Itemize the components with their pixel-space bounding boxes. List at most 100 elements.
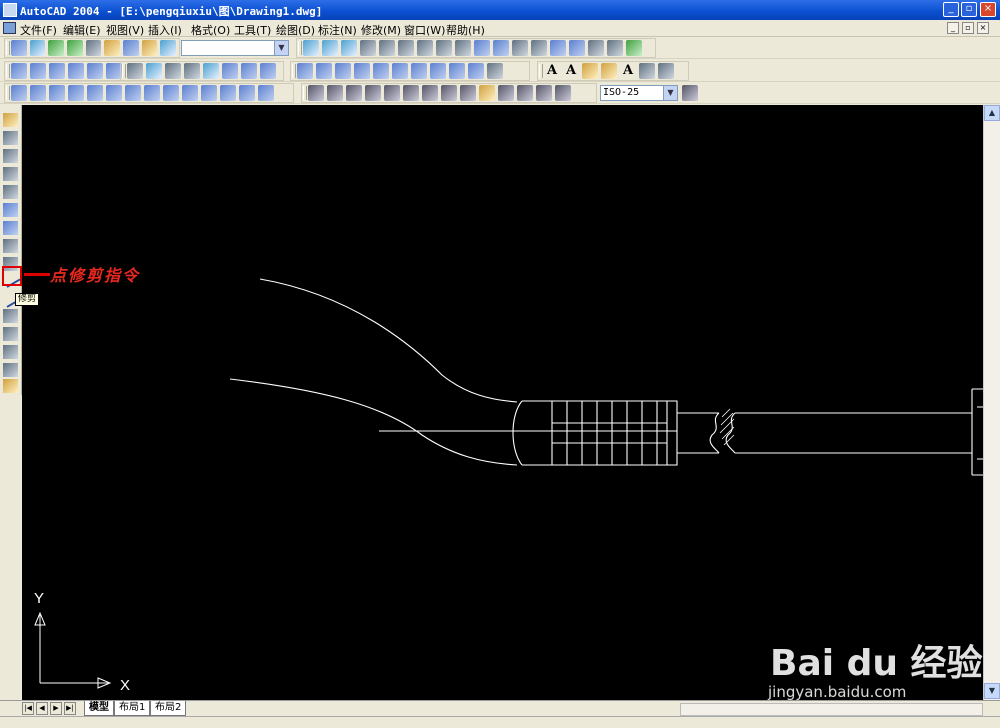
chevron-down-icon[interactable]: ▼ [663, 86, 677, 100]
zoom-previous-icon[interactable] [67, 40, 83, 56]
single-line-text-icon[interactable]: A [563, 63, 579, 79]
menu-file[interactable]: 文件(F) [20, 22, 57, 38]
copy-icon[interactable] [3, 131, 18, 145]
box-icon[interactable] [11, 63, 27, 79]
close-button[interactable]: × [980, 2, 996, 17]
ucs-previous-icon[interactable] [258, 85, 274, 101]
array-icon[interactable] [3, 185, 18, 199]
fillet-icon[interactable] [3, 363, 18, 377]
separate-icon[interactable] [588, 40, 604, 56]
menu-modify[interactable]: 修改(M) [361, 22, 401, 38]
restore-button[interactable]: ▫ [961, 2, 977, 17]
break-at-point-icon[interactable] [3, 309, 18, 323]
menu-draw[interactable]: 绘图(D) [276, 22, 315, 38]
color-edges-icon[interactable] [531, 40, 547, 56]
surface-torus-icon[interactable] [468, 63, 484, 79]
cone-icon[interactable] [68, 63, 84, 79]
center-mark-icon[interactable] [517, 85, 533, 101]
tolerance-icon[interactable] [498, 85, 514, 101]
move-icon[interactable] [3, 203, 18, 217]
dimension-text-edit-icon[interactable] [555, 85, 571, 101]
minimize-button[interactable]: _ [943, 2, 959, 17]
check-icon[interactable] [626, 40, 642, 56]
layer-dropdown[interactable]: ▼ [181, 40, 289, 56]
ucs-y-icon[interactable] [182, 85, 198, 101]
multiline-text-icon[interactable]: A [544, 63, 560, 79]
quick-leader-icon[interactable] [479, 85, 495, 101]
tool-palettes-icon[interactable] [123, 40, 139, 56]
vertical-scrollbar[interactable]: ▲ ▼ [983, 105, 1000, 700]
intersect-icon[interactable] [341, 40, 357, 56]
section-icon[interactable] [184, 63, 200, 79]
next-tab-button[interactable]: ▶ [50, 702, 62, 715]
rotate-icon[interactable] [3, 221, 18, 235]
ucs-x-icon[interactable] [163, 85, 179, 101]
2d-solid-icon[interactable] [297, 63, 313, 79]
justify-text-icon[interactable] [658, 63, 674, 79]
setup-drawing-icon[interactable] [222, 63, 238, 79]
ucs-view-icon[interactable] [87, 85, 103, 101]
menu-format[interactable]: 格式(O) [191, 22, 230, 38]
chamfer-icon[interactable] [3, 345, 18, 359]
quick-dimension-icon[interactable] [422, 85, 438, 101]
taper-faces-icon[interactable] [455, 40, 471, 56]
rotate-faces-icon[interactable] [436, 40, 452, 56]
explode-icon[interactable] [3, 379, 18, 393]
ucs-icon[interactable] [11, 85, 27, 101]
find-replace-icon[interactable] [601, 63, 617, 79]
continue-dimension-icon[interactable] [460, 85, 476, 101]
slice-icon[interactable] [165, 63, 181, 79]
clean-icon[interactable] [569, 40, 585, 56]
surface-cone-icon[interactable] [392, 63, 408, 79]
wedge-icon[interactable] [87, 63, 103, 79]
subtract-icon[interactable] [322, 40, 338, 56]
surface-sphere-icon[interactable] [411, 63, 427, 79]
prev-tab-button[interactable]: ◀ [36, 702, 48, 715]
baseline-dimension-icon[interactable] [441, 85, 457, 101]
zoom-realtime-icon[interactable] [29, 40, 46, 56]
copy-edges-icon[interactable] [512, 40, 528, 56]
tab-layout2[interactable]: 布局2 [150, 701, 187, 716]
menu-insert[interactable]: 插入(I) [148, 22, 182, 38]
ucs-world-icon[interactable] [30, 85, 46, 101]
first-tab-button[interactable]: |◀ [22, 702, 34, 715]
menu-tools[interactable]: 工具(T) [234, 22, 271, 38]
pan-icon[interactable] [11, 40, 27, 56]
dimension-style-icon[interactable] [682, 85, 698, 101]
ucs-origin-icon[interactable] [106, 85, 122, 101]
dimension-edit-icon[interactable] [536, 85, 552, 101]
imprint-icon[interactable] [550, 40, 566, 56]
ucs-face-icon[interactable] [68, 85, 84, 101]
apply-ucs-icon[interactable] [220, 85, 236, 101]
autocad-app-icon[interactable] [3, 3, 17, 17]
properties-icon[interactable] [85, 40, 102, 56]
menu-window[interactable]: 窗口(W) [404, 22, 445, 38]
move-faces-icon[interactable] [379, 40, 395, 56]
revolve-icon[interactable] [146, 63, 162, 79]
mirror-icon[interactable] [3, 149, 18, 163]
dome-icon[interactable] [430, 63, 446, 79]
ucs-3point-icon[interactable] [144, 85, 160, 101]
document-icon[interactable] [3, 22, 16, 34]
surface-box-icon[interactable] [335, 63, 351, 79]
extrude-icon[interactable] [127, 63, 143, 79]
3d-face-icon[interactable] [316, 63, 332, 79]
color-faces-icon[interactable] [493, 40, 509, 56]
surface-wedge-icon[interactable] [354, 63, 370, 79]
scale-icon[interactable] [3, 239, 18, 253]
interfere-icon[interactable] [203, 63, 219, 79]
shell-icon[interactable] [607, 40, 623, 56]
tab-layout1[interactable]: 布局1 [114, 701, 151, 716]
doc-close-button[interactable]: × [977, 22, 989, 34]
sphere-icon[interactable] [30, 63, 46, 79]
dimension-style-dropdown[interactable]: ISO-25 ▼ [600, 85, 678, 101]
text-style-icon[interactable]: A [620, 63, 636, 79]
menu-view[interactable]: 视图(V) [106, 22, 144, 38]
dish-icon[interactable] [449, 63, 465, 79]
break-icon[interactable] [3, 327, 18, 341]
markup-icon[interactable] [160, 40, 177, 56]
ordinate-dimension-icon[interactable] [346, 85, 362, 101]
edit-text-icon[interactable] [582, 63, 598, 79]
delete-faces-icon[interactable] [417, 40, 433, 56]
ucs-object-icon[interactable] [49, 85, 65, 101]
